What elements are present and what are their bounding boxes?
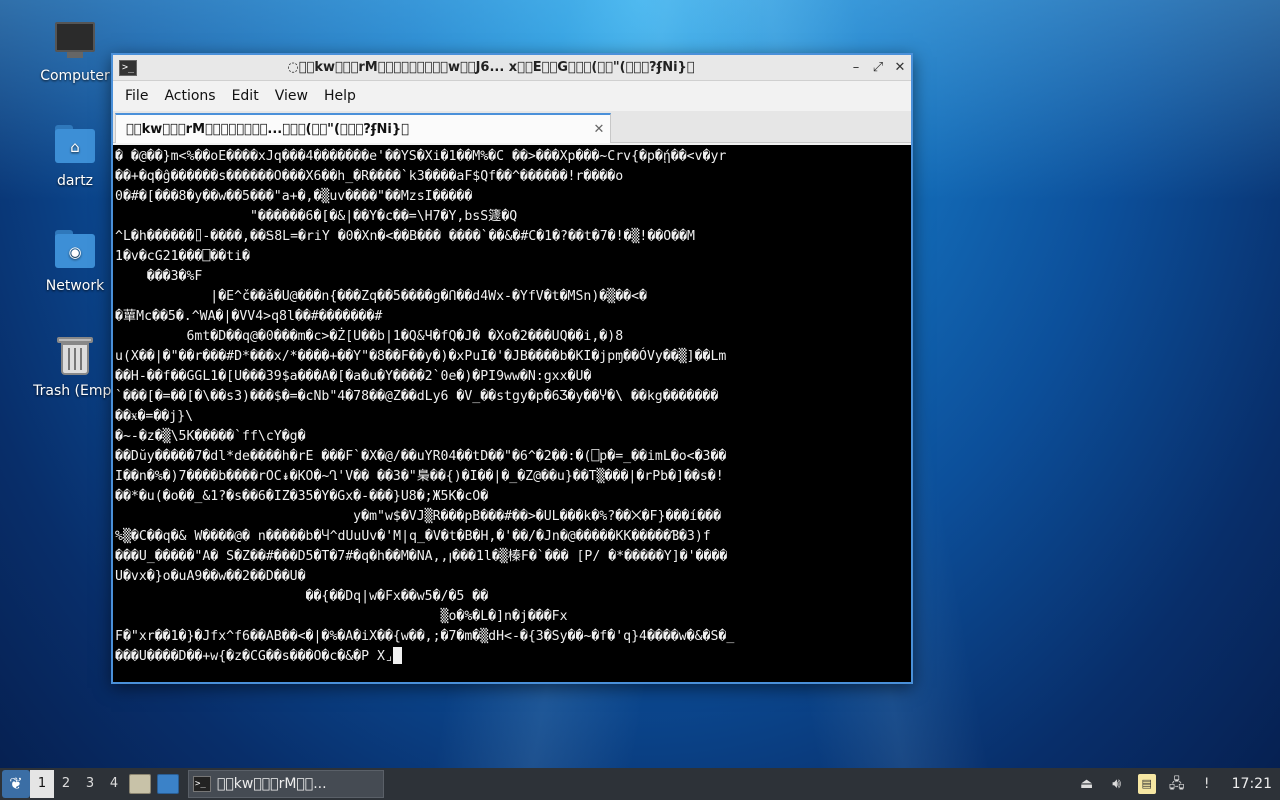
workspace-1[interactable]: 1 [30, 770, 54, 798]
desktop-icon-label: dartz [56, 173, 94, 189]
window-titlebar[interactable]: >_ ◌  kw   rM         w  J6... x  E  G  … [113, 55, 911, 81]
terminal-line: `���[�=��[�\��s3)���$�=�cNb"4�78��@Z��dL… [115, 389, 719, 404]
terminal-line: � �@��}m<%��oE����xJq���4�������e'��YS�X… [115, 149, 727, 164]
workspace-3[interactable]: 3 [78, 770, 102, 798]
terminal-line: ���3�%F [115, 269, 203, 284]
volume-icon[interactable]: 🔊︎ [1105, 772, 1129, 796]
clipboard-icon[interactable]: ▤ [1135, 772, 1159, 796]
menu-bar: File Actions Edit View Help [113, 81, 911, 111]
terminal-app-icon[interactable]: >_ [119, 59, 137, 76]
show-desktop-icon[interactable] [157, 774, 179, 794]
workspace-2[interactable]: 2 [54, 770, 78, 798]
desktop-icon-label: Computer [40, 68, 110, 84]
tab-close-icon[interactable]: ✕ [588, 122, 610, 137]
terminal-line: U�vx�}o�uA9��w��2��D��U� [115, 569, 306, 584]
terminal-line: ��*�u(�o��_&1?�s��6�IZ�35�Y�Gx�-���}U8�;… [115, 489, 489, 504]
updates-icon[interactable]: ! [1195, 772, 1219, 796]
minimize-button[interactable]: – [845, 57, 867, 79]
terminal-icon: >_ [193, 776, 211, 792]
workspace-4[interactable]: 4 [102, 770, 126, 798]
terminal-line: y�m"w$�VJ▒R���pB���#��>�UL���k�%?��⨉�F}�… [115, 509, 722, 524]
network-folder-icon: ◉ [51, 226, 99, 274]
menu-help[interactable]: Help [316, 81, 364, 111]
desktop-icon-trash[interactable]: Trash (Empt [25, 331, 125, 399]
terminal-line: ^L�h������⌷-����,��Ꭶ8L=�riY �0�Xn�<��B��… [115, 229, 695, 244]
tab-label:   kw   rM        ...   (  "(   ?ʄNi}  [126, 121, 409, 137]
file-manager-launcher-icon[interactable] [129, 774, 151, 794]
close-button[interactable]: ✕ [889, 57, 911, 79]
desktop-icon-network[interactable]: ◉ Network [25, 226, 125, 294]
home-folder-icon: ⌂ [51, 121, 99, 169]
desktop-icon-label: Network [45, 278, 105, 294]
window-title: ◌  kw   rM         w  J6... x  E  G   ( … [287, 60, 695, 75]
terminal-window[interactable]: >_ ◌  kw   rM         w  J6... x  E  G  … [111, 53, 913, 684]
tab-bar:   kw   rM        ...   (  "(   ?ʄNi}  ✕ [113, 111, 911, 143]
task-label:   kw   rM  ... [217, 776, 327, 792]
trash-icon [51, 331, 99, 379]
system-tray: ⏏ 🔊︎ ▤ 🖧︎ ! 17:21 [1072, 768, 1280, 800]
maximize-button[interactable]: ⤢ [867, 57, 889, 79]
terminal-line: |�E^č��ǎ�U@���n{���Zq��5����g�Ո��d4Wx-�Y… [115, 289, 647, 304]
taskbar-terminal-button[interactable]: >_   kw   rM  ... [188, 770, 384, 798]
terminal-line: u(X��|�"��r���#D*���x/*����+��Y"�8��F��y… [115, 349, 727, 364]
terminal-line: ��{��Dq|w�Fx��w5�/�5 �� [115, 589, 489, 604]
terminal-line: ▒o�%�L�]n�j���Fx [115, 609, 568, 624]
terminal-line: "������6�[�&|��Y�c��=\H7�Y,bsS籧�Q [115, 209, 518, 224]
terminal-line: ���U����D��+w{�z�CG��s���O�c�&�P X⌟ [115, 647, 909, 667]
terminal-line: ��Dŭy�����7�dl*de����h�rE ���F`�X�@/��uY… [115, 449, 727, 464]
computer-icon [51, 16, 99, 64]
terminal-tab[interactable]:   kw   rM        ...   (  "(   ?ʄNi}  ✕ [115, 113, 611, 143]
eject-icon[interactable]: ⏏ [1075, 772, 1099, 796]
clock[interactable]: 17:21 [1232, 776, 1272, 792]
terminal-line: �~-�z�▒\5K�����`ff\cY�g� [115, 429, 306, 444]
terminal-line: 0�#�[���8�y��w��5���"a+�,�▒uv����"��MzsI… [115, 189, 473, 204]
terminal-line: ���U_�����"A� S�Z��#���D5�T�7#�q�h��M�NA… [115, 549, 728, 564]
taskbar: ❦ 1 2 3 4 >_   kw   rM  ... ⏏ 🔊︎ ▤ 🖧︎ ! … [0, 768, 1280, 800]
terminal-line: ��+�q�ĝ������s������O���X6��h_�R����`k3�… [115, 169, 624, 184]
menu-actions[interactable]: Actions [156, 81, 223, 111]
terminal-line: 6mt�D��q@�0���m�c>�Ż[U��b|1�Q&Ч�fQ�J� �X… [115, 329, 624, 344]
menu-file[interactable]: File [117, 81, 156, 111]
terminal-cursor [392, 647, 402, 664]
terminal-line: 1�v�cG21���⎕��ti� [115, 249, 250, 264]
menu-view[interactable]: View [267, 81, 316, 111]
terminal-line: I��n�%�)7����b����rOC↡�KO�~Ղ'V�� ��3�"梟�… [115, 469, 724, 484]
terminal-line: %▒�C��q�& W����@� n�����b�Ⴗ^dUuUv�'M|q_�… [115, 529, 711, 544]
app-menu-button[interactable]: ❦ [2, 770, 30, 798]
desktop-icon-computer[interactable]: Computer [25, 16, 125, 84]
network-icon[interactable]: 🖧︎ [1165, 772, 1189, 796]
terminal-line: ��ӿ�=��j}\ [115, 409, 194, 424]
terminal-output[interactable]: � �@��}m<%��oE����xJq���4�������e'��YS�X… [113, 145, 911, 682]
terminal-line: ��H-��f��GGL1�[U���39$a���A�[�a�u�Y����2… [115, 369, 592, 384]
desktop-icon-label: Trash (Empt [33, 383, 117, 399]
terminal-line: �蕇Mc��5�.^WA�|�VV4>q8l��#�������# [115, 309, 383, 324]
menu-edit[interactable]: Edit [224, 81, 267, 111]
terminal-line: F�"xr��1�}�Jfx^f6��AB��<�|�%�A�iX��{w��,… [115, 629, 735, 644]
desktop-icon-home[interactable]: ⌂ dartz [25, 121, 125, 189]
